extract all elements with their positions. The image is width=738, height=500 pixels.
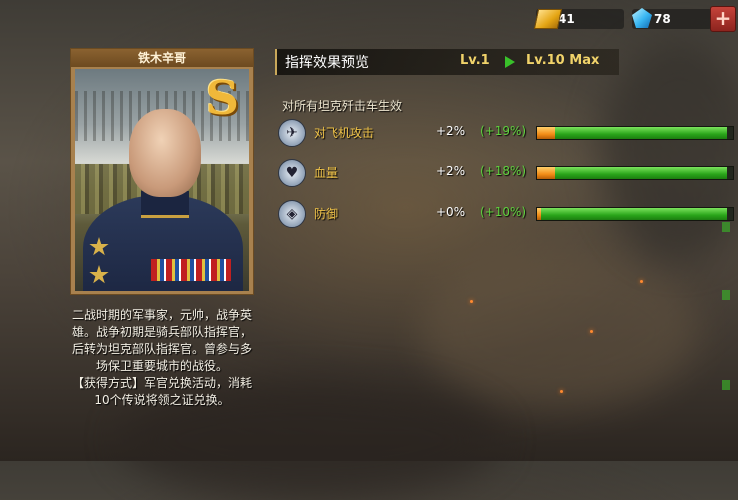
ember-spark [640, 280, 643, 283]
level-to: Lv.10 Max [526, 53, 600, 68]
stat-progress-bar [536, 207, 734, 221]
stat-current-fill [537, 208, 541, 220]
stat-name: 防御 [314, 207, 339, 221]
biography-text: 二战时期的军事家，元帅，战争英雄。战争初期是骑兵部队指挥官，后转为坦克部队指挥官… [72, 308, 253, 373]
side-indicator [722, 222, 730, 232]
gem-counter: 78 [632, 8, 712, 30]
stat-row: ♥ 血量 +2% (+18%) [278, 157, 734, 187]
rank-badge: S [205, 71, 239, 125]
aircraft-icon: ✈ [278, 119, 306, 147]
stat-max-fill [537, 167, 728, 179]
stat-progress-bar [536, 166, 734, 180]
commander-description: 二战时期的军事家，元帅，战争英雄。战争初期是骑兵部队指挥官，后转为坦克部队指挥官… [72, 307, 252, 409]
plus-icon: + [714, 6, 732, 30]
stat-current: +2% [436, 164, 466, 178]
ember-spark [560, 390, 563, 393]
stat-max: (+19%) [480, 124, 527, 138]
gold-counter: 41 [533, 8, 624, 30]
stat-current: +2% [436, 124, 466, 138]
level-from: Lv.1 [460, 53, 490, 68]
background-smoke [420, 250, 700, 410]
arrow-right-icon [505, 56, 515, 68]
add-currency-button[interactable]: + [710, 6, 736, 32]
commander-name: 铁木辛哥 [71, 49, 253, 67]
shield-icon: ◈ [278, 200, 306, 228]
stat-max: (+10%) [480, 205, 527, 219]
stat-name: 血量 [314, 166, 339, 180]
acquire-method-text: 【获得方式】军官兑换活动，消耗10个传说将领之证兑换。 [72, 376, 253, 407]
stat-current-fill [537, 167, 555, 179]
ember-spark [590, 330, 593, 333]
medal-ribbons [151, 259, 231, 281]
side-indicator [722, 380, 730, 390]
commander-portrait: S [75, 69, 249, 291]
commander-card: 铁木辛哥 S [70, 48, 254, 295]
stat-max-fill [537, 208, 728, 220]
stat-current: +0% [436, 205, 466, 219]
effect-scope: 对所有坦克歼击车生效 [282, 99, 403, 113]
gold-bar-icon [533, 9, 563, 29]
commander-head [129, 109, 201, 197]
stat-progress-bar [536, 126, 734, 140]
stat-name: 对飞机攻击 [314, 126, 375, 140]
panel-title: 指挥效果预览 [285, 55, 369, 71]
stat-current-fill [537, 127, 555, 139]
stat-max: (+18%) [480, 164, 527, 178]
stat-max-fill [537, 127, 728, 139]
effects-panel-header: 指挥效果预览 Lv.1 Lv.10 Max [275, 49, 619, 75]
heart-icon: ♥ [278, 159, 306, 187]
stat-row: ✈ 对飞机攻击 +2% (+19%) [278, 117, 734, 147]
ember-spark [470, 300, 473, 303]
side-indicator [722, 290, 730, 300]
stat-row: ◈ 防御 +0% (+10%) [278, 198, 734, 228]
